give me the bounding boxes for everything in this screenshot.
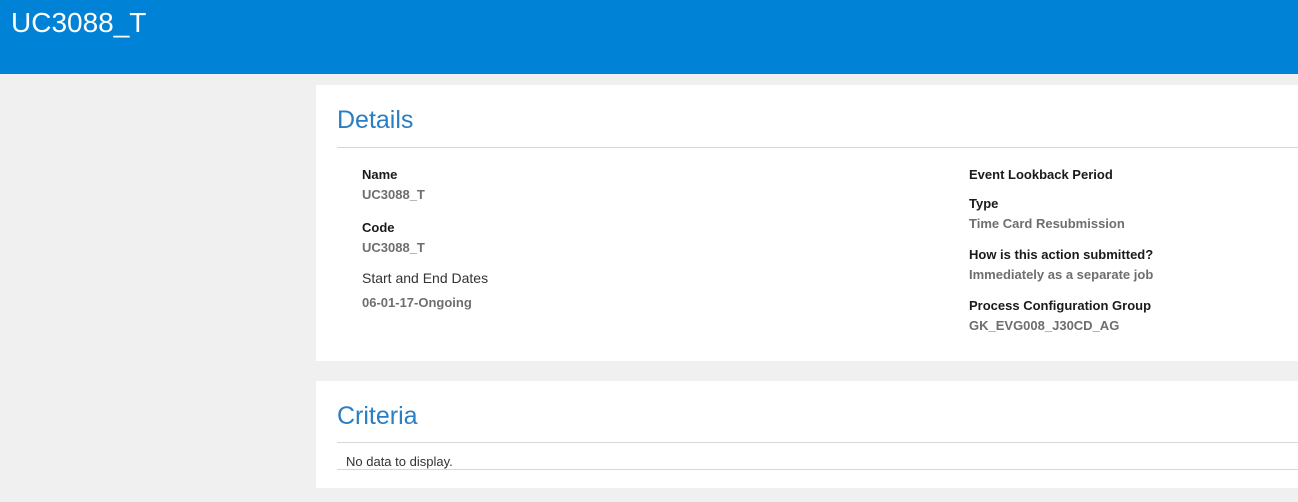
config-group-label: Process Configuration Group xyxy=(969,298,1152,313)
criteria-panel: Criteria No data to display. xyxy=(316,381,1298,488)
lookback-label: Event Lookback Period xyxy=(969,167,1113,182)
details-panel: Details Name UC3088_T Code UC3088_T Star… xyxy=(316,85,1298,361)
criteria-heading: Criteria xyxy=(337,402,418,430)
dates-value: 06-01-17-Ongoing xyxy=(362,295,472,310)
criteria-bottom-divider xyxy=(337,469,1298,470)
name-label: Name xyxy=(362,167,398,182)
code-value: UC3088_T xyxy=(362,240,425,255)
config-group-value: GK_EVG008_J30CD_AG xyxy=(969,318,1120,333)
submission-label: How is this action submitted? xyxy=(969,247,1154,262)
criteria-empty-message: No data to display. xyxy=(346,454,453,469)
criteria-divider xyxy=(337,442,1298,443)
page-title: UC3088_T xyxy=(11,7,147,38)
type-label: Type xyxy=(969,196,999,211)
details-divider xyxy=(337,147,1298,148)
details-heading: Details xyxy=(337,106,414,134)
dates-label: Start and End Dates xyxy=(362,270,489,286)
page-header: UC3088_T xyxy=(0,0,1298,74)
submission-value: Immediately as a separate job xyxy=(969,267,1154,282)
code-label: Code xyxy=(362,220,395,235)
type-value: Time Card Resubmission xyxy=(969,216,1125,231)
name-value: UC3088_T xyxy=(362,187,425,202)
